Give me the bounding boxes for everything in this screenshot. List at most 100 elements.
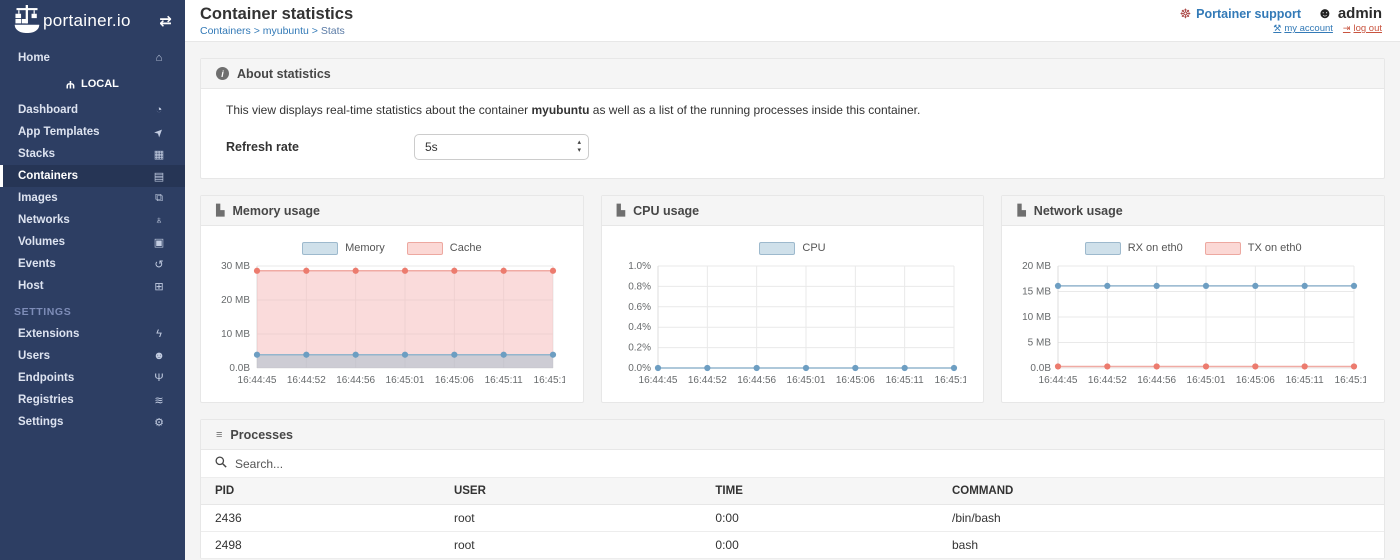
- network-usage-svg: 20 MB15 MB10 MB5 MB0.0B16:44:4516:44:521…: [1012, 258, 1366, 394]
- svg-text:20 MB: 20 MB: [221, 295, 250, 306]
- svg-text:16:45:06: 16:45:06: [1236, 375, 1275, 386]
- search-row: [201, 450, 1384, 478]
- legend-item-cpu: CPU: [759, 242, 825, 255]
- main-area: Container statistics Containers > myubun…: [185, 0, 1400, 560]
- svg-text:0.6%: 0.6%: [628, 302, 651, 313]
- breadcrumb-separator: >: [309, 25, 321, 37]
- sidebar-endpoint-local: ΨLOCAL: [0, 72, 185, 96]
- svg-text:16:45:01: 16:45:01: [1187, 375, 1226, 386]
- sidebar-item-extensions[interactable]: Extensionsϟ: [0, 323, 185, 345]
- cpu-usage-svg: 1.0%0.8%0.6%0.4%0.2%0.0%16:44:4516:44:52…: [612, 258, 966, 394]
- plug-icon: Ψ: [66, 78, 75, 90]
- network-panel-header: ▙ Network usage: [1002, 196, 1384, 226]
- legend-item-tx-on-eth0: TX on eth0: [1205, 242, 1302, 255]
- search-input[interactable]: [235, 457, 1370, 471]
- refresh-rate-select[interactable]: 5s ▴▾: [414, 134, 589, 160]
- sidebar-item-events[interactable]: Events↺: [0, 253, 185, 275]
- svg-text:16:45:01: 16:45:01: [786, 375, 825, 386]
- app-templates-icon: ➤: [149, 122, 170, 143]
- area-chart-icon: ▙: [617, 204, 625, 217]
- endpoints-icon: Ψ: [151, 372, 167, 384]
- user-menu-button[interactable]: ☻ admin: [1317, 5, 1382, 22]
- breadcrumb: Containers > myubuntu > Stats: [200, 25, 353, 37]
- title-block: Container statistics Containers > myubun…: [200, 5, 353, 41]
- refresh-rate-value: 5s: [425, 140, 438, 154]
- host-icon: ⊞: [151, 280, 167, 293]
- network-usage-chart: RX on eth0TX on eth0 20 MB15 MB10 MB5 MB…: [1002, 226, 1384, 402]
- sidebar-item-dashboard[interactable]: Dashboard◔: [0, 99, 185, 121]
- networks-icon: ♆: [151, 214, 167, 226]
- svg-text:10 MB: 10 MB: [1022, 312, 1051, 323]
- charts-row: ▙ Memory usage MemoryCache 30 MB20 MB10 …: [200, 195, 1385, 403]
- home-icon: ⌂: [151, 52, 167, 64]
- legend-swatch: [759, 242, 795, 255]
- breadcrumb-current: Stats: [321, 25, 345, 37]
- log-out-link[interactable]: ⇥ log out: [1343, 23, 1382, 34]
- sidebar-item-users[interactable]: Users☻: [0, 345, 185, 367]
- svg-text:16:45:16: 16:45:16: [1335, 375, 1366, 386]
- cpu-panel-title: CPU usage: [633, 204, 699, 218]
- content: i About statistics This view displays re…: [185, 42, 1400, 559]
- sidebar-item-registries[interactable]: Registries≋: [0, 389, 185, 411]
- network-panel-title: Network usage: [1034, 204, 1123, 218]
- svg-text:16:44:45: 16:44:45: [638, 375, 677, 386]
- breadcrumb-link-containers[interactable]: Containers: [200, 25, 251, 37]
- svg-text:16:44:52: 16:44:52: [287, 375, 326, 386]
- processes-table: PIDUSERTIMECOMMAND 2436root0:00/bin/bash…: [201, 478, 1384, 559]
- column-header-pid: PID: [201, 478, 440, 505]
- sidebar-item-home[interactable]: Home⌂: [0, 47, 185, 69]
- refresh-rate-label: Refresh rate: [226, 140, 414, 154]
- sidebar-section-settings: SETTINGS: [0, 297, 185, 323]
- svg-text:16:45:16: 16:45:16: [534, 375, 565, 386]
- svg-text:16:45:11: 16:45:11: [885, 375, 924, 386]
- sidebar-item-host[interactable]: Host⊞: [0, 275, 185, 297]
- table-cell: root: [440, 532, 701, 559]
- legend-item-cache: Cache: [407, 242, 482, 255]
- about-statistics-panel: i About statistics This view displays re…: [200, 58, 1385, 179]
- breadcrumb-link-myubuntu[interactable]: myubuntu: [263, 25, 309, 37]
- search-icon: [215, 455, 227, 473]
- my-account-link[interactable]: ⚒ my account: [1273, 23, 1333, 34]
- endpoint-swap-icon[interactable]: ⇄: [159, 12, 172, 30]
- brand-name: portainer.io: [43, 11, 131, 31]
- svg-text:10 MB: 10 MB: [221, 329, 250, 340]
- portainer-support-link[interactable]: ☸ Portainer support: [1179, 6, 1301, 22]
- containers-icon: ▤: [151, 170, 167, 183]
- table-cell: root: [440, 505, 701, 532]
- table-row: 2436root0:00/bin/bash: [201, 505, 1384, 532]
- about-panel-title: About statistics: [237, 67, 331, 81]
- svg-text:0.8%: 0.8%: [628, 281, 651, 292]
- sidebar-item-containers[interactable]: Containers▤: [0, 165, 185, 187]
- sidebar-item-networks[interactable]: Networks♆: [0, 209, 185, 231]
- column-header-command: COMMAND: [938, 478, 1384, 505]
- topbar: Container statistics Containers > myubun…: [185, 0, 1400, 42]
- select-caret-icon: ▴▾: [577, 139, 581, 155]
- memory-usage-chart: MemoryCache 30 MB20 MB10 MB0.0B16:44:451…: [201, 226, 583, 402]
- svg-text:16:44:56: 16:44:56: [737, 375, 776, 386]
- svg-text:16:45:06: 16:45:06: [435, 375, 474, 386]
- area-chart-icon: ▙: [216, 204, 224, 217]
- table-cell: bash: [938, 532, 1384, 559]
- svg-text:16:45:11: 16:45:11: [1286, 375, 1325, 386]
- svg-text:15 MB: 15 MB: [1022, 287, 1051, 298]
- memory-usage-panel: ▙ Memory usage MemoryCache 30 MB20 MB10 …: [200, 195, 584, 403]
- user-zone: ☸ Portainer support ☻ admin ⚒ my account…: [1179, 5, 1382, 41]
- portainer-logo-icon: [13, 4, 41, 39]
- svg-text:20 MB: 20 MB: [1022, 261, 1051, 272]
- page-title: Container statistics: [200, 5, 353, 23]
- sidebar-item-volumes[interactable]: Volumes▣: [0, 231, 185, 253]
- svg-text:0.0B: 0.0B: [1031, 363, 1052, 374]
- sidebar-item-stacks[interactable]: Stacks▦: [0, 143, 185, 165]
- sidebar-item-endpoints[interactable]: EndpointsΨ: [0, 367, 185, 389]
- info-icon: i: [216, 67, 229, 80]
- table-cell: 0:00: [701, 532, 938, 559]
- logo-row: portainer.io ⇄: [0, 0, 185, 42]
- svg-text:16:44:56: 16:44:56: [1138, 375, 1177, 386]
- sidebar-item-settings[interactable]: Settings⚙: [0, 411, 185, 433]
- table-cell: 0:00: [701, 505, 938, 532]
- legend-swatch: [1205, 242, 1241, 255]
- sidebar-item-images[interactable]: Images⧉: [0, 187, 185, 209]
- app-root: portainer.io ⇄ Home⌂ ΨLOCAL Dashboard◔App …: [0, 0, 1400, 560]
- sidebar-item-app-templates[interactable]: App Templates➤: [0, 121, 185, 143]
- legend-swatch: [302, 242, 338, 255]
